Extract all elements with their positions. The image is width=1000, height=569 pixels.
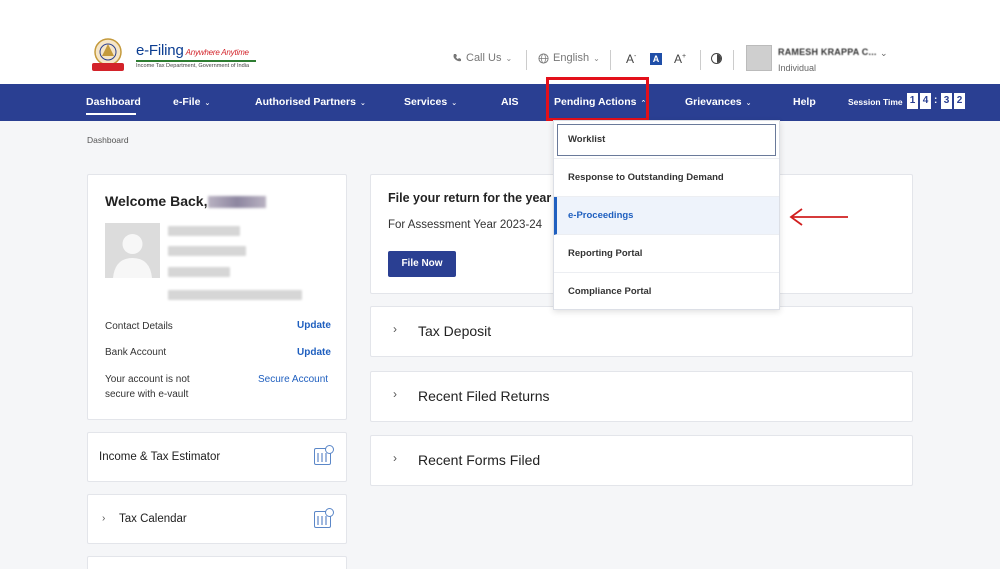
- update-bank-link[interactable]: Update: [297, 347, 331, 358]
- nav-label: e-File: [173, 96, 201, 108]
- nav-grievances[interactable]: Grievances ⌄: [685, 96, 752, 108]
- dropdown-item-reporting-portal[interactable]: Reporting Portal: [554, 235, 779, 273]
- chevron-right-icon: ›: [102, 513, 106, 524]
- national-emblem-icon: [86, 36, 130, 74]
- divider: [610, 50, 611, 70]
- pending-actions-dropdown: Worklist Response to Outstanding Demand …: [553, 120, 780, 310]
- nav-label: Dashboard: [86, 96, 141, 108]
- tax-deposit-title: Tax Deposit: [418, 323, 492, 339]
- nav-label: Services: [404, 96, 448, 108]
- user-role: Individual: [778, 63, 817, 73]
- nav-label: AIS: [501, 96, 519, 108]
- font-increase-label: A: [674, 52, 683, 66]
- divider: [733, 50, 734, 70]
- font-default-button[interactable]: A: [650, 53, 662, 65]
- nav-services[interactable]: Services ⌄: [404, 96, 457, 108]
- language-label: English: [553, 52, 590, 64]
- secure-account-link[interactable]: Secure Account: [258, 374, 328, 385]
- user-silhouette-icon: [105, 223, 160, 278]
- language-selector[interactable]: English ⌄: [538, 52, 600, 64]
- nav-label: Help: [793, 96, 816, 108]
- dropdown-item-e-proceedings[interactable]: e-Proceedings: [554, 197, 779, 235]
- update-contact-link[interactable]: Update: [297, 320, 331, 331]
- efiling-logo[interactable]: e-Filing Anywhere Anytime Income Tax Depa…: [86, 36, 256, 74]
- welcome-title: Welcome Back,: [105, 193, 208, 209]
- session-digit: 1: [907, 93, 918, 109]
- phone-icon: [453, 54, 461, 62]
- session-digit: 4: [920, 93, 931, 109]
- contrast-toggle-icon[interactable]: [711, 53, 722, 64]
- chevron-down-icon: ⌄: [359, 100, 366, 107]
- file-return-title: File your return for the year e: [388, 191, 562, 205]
- next-card: [87, 556, 347, 569]
- redacted-info: [168, 226, 240, 236]
- bank-account-label: Bank Account: [105, 347, 167, 358]
- logo-title: e-Filing: [136, 41, 184, 59]
- chevron-down-icon: ⌄: [593, 53, 600, 63]
- redacted-name: [208, 196, 266, 208]
- chevron-right-icon: ›: [393, 387, 397, 401]
- dropdown-item-worklist[interactable]: Worklist: [554, 121, 779, 159]
- annotation-highlight-box: [546, 77, 649, 121]
- redacted-info: [168, 246, 246, 256]
- nav-dashboard[interactable]: Dashboard: [86, 96, 141, 108]
- annotation-arrow-icon: [789, 208, 848, 226]
- logo-subtitle: Income Tax Department, Government of Ind…: [136, 62, 250, 69]
- nav-active-indicator: [86, 113, 136, 115]
- profile-avatar: [105, 223, 160, 278]
- evault-status-label: Your account is not: [105, 374, 190, 385]
- chevron-down-icon: ⌄: [451, 100, 458, 107]
- chevron-right-icon: ›: [393, 451, 397, 465]
- calendar-icon: [314, 508, 334, 528]
- nav-label: Grievances: [685, 96, 742, 108]
- logo-underline: [136, 59, 256, 62]
- file-now-button[interactable]: File Now: [388, 251, 456, 277]
- contact-details-label: Contact Details: [105, 321, 173, 332]
- chevron-right-icon: ›: [393, 322, 397, 336]
- redacted-info: [168, 267, 230, 277]
- dropdown-item-outstanding-demand[interactable]: Response to Outstanding Demand: [554, 159, 779, 197]
- divider: [700, 50, 701, 70]
- dropdown-item-compliance-portal[interactable]: Compliance Portal: [554, 273, 779, 311]
- call-us-menu[interactable]: Call Us ⌄: [452, 52, 512, 64]
- font-decrease-label: A: [626, 52, 635, 66]
- recent-filed-returns-title: Recent Filed Returns: [418, 388, 550, 404]
- nav-ais[interactable]: AIS: [501, 96, 519, 108]
- font-increase-button[interactable]: A+: [674, 52, 686, 66]
- assessment-year: For Assessment Year 2023-24: [388, 219, 543, 231]
- nav-authorised-partners[interactable]: Authorised Partners ⌄: [255, 96, 366, 108]
- evault-status-label-2: secure with e-vault: [105, 389, 189, 400]
- call-us-label: Call Us: [466, 52, 502, 64]
- calculator-icon: [314, 445, 334, 465]
- session-colon: :: [934, 95, 938, 106]
- nav-label: Authorised Partners: [255, 96, 356, 108]
- session-digit: 3: [941, 93, 952, 109]
- user-avatar[interactable]: [746, 45, 772, 71]
- user-name[interactable]: RAMESH KRAPPA C...: [778, 47, 877, 57]
- tax-calendar-title: Tax Calendar: [119, 513, 187, 525]
- divider: [526, 50, 527, 70]
- recent-forms-filed-title: Recent Forms Filed: [418, 452, 541, 468]
- chevron-down-icon: ⌄: [505, 53, 513, 63]
- chevron-down-icon: ⌄: [745, 100, 752, 107]
- breadcrumb[interactable]: Dashboard: [87, 135, 129, 145]
- redacted-info: [168, 290, 302, 300]
- globe-icon: [538, 52, 549, 64]
- chevron-down-icon: ⌄: [204, 100, 211, 107]
- top-header: e-Filing Anywhere Anytime Income Tax Depa…: [0, 0, 1000, 84]
- session-digit: 2: [954, 93, 965, 109]
- session-time-label: Session Time: [848, 97, 903, 107]
- logo-tagline: Anywhere Anytime: [185, 47, 249, 57]
- chevron-down-icon[interactable]: ⌄: [880, 48, 888, 59]
- font-decrease-button[interactable]: A-: [626, 52, 636, 66]
- income-tax-estimator-title: Income & Tax Estimator: [99, 451, 221, 463]
- nav-help[interactable]: Help: [793, 96, 816, 108]
- nav-e-file[interactable]: e-File ⌄: [173, 96, 210, 108]
